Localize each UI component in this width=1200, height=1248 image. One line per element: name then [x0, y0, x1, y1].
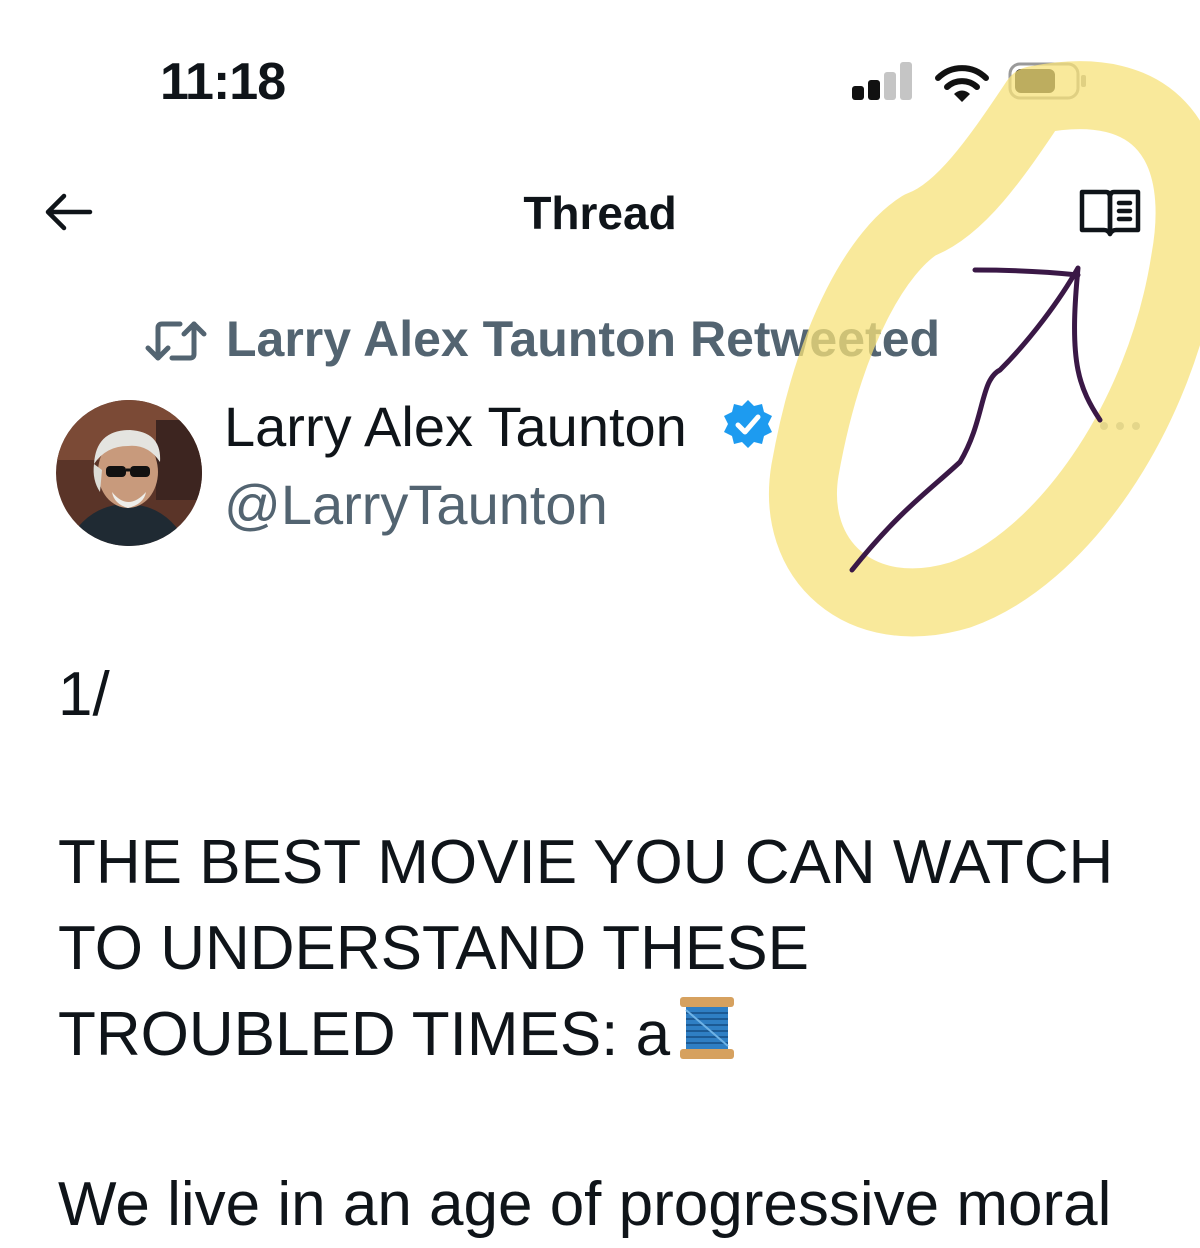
battery-icon	[1008, 62, 1086, 100]
tweet-next-line: We live in an age of progressive moral	[58, 1170, 1112, 1239]
cellular-signal-icon	[852, 62, 914, 100]
reader-mode-icon[interactable]	[1078, 188, 1142, 238]
page-title: Thread	[523, 187, 677, 239]
purple-arrowhead	[972, 267, 1081, 278]
tweet-line: TROUBLED TIMES: a	[58, 1000, 671, 1069]
thread-number: 1/	[58, 660, 110, 729]
author-name[interactable]: Larry Alex Taunton	[224, 394, 687, 459]
spool-of-thread-icon	[680, 997, 735, 1059]
wifi-icon	[935, 65, 989, 102]
more-options-icon[interactable]	[1098, 418, 1142, 434]
verified-badge-icon	[724, 400, 772, 448]
status-time: 11:18	[160, 53, 286, 111]
retweet-icon	[145, 321, 207, 361]
tweet-line: TO UNDERSTAND THESE	[58, 914, 809, 983]
tweet-line-with-emoji: TROUBLED TIMES: a	[58, 992, 1168, 1078]
tweet-line: THE BEST MOVIE YOU CAN WATCH	[58, 828, 1114, 897]
avatar[interactable]	[56, 400, 202, 546]
retweet-context-label[interactable]: Larry Alex Taunton Retweeted	[226, 310, 940, 368]
author-handle[interactable]: @LarryTaunton	[224, 472, 608, 537]
tweet-text: THE BEST MOVIE YOU CAN WATCH TO UNDERSTA…	[58, 820, 1168, 1078]
